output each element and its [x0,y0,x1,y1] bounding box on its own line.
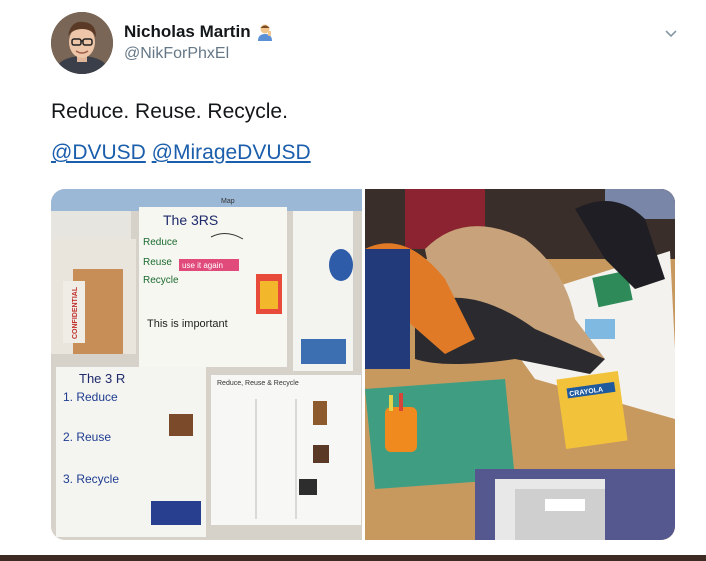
chevron-down-icon[interactable] [664,26,678,38]
media-grid: Map CONFIDENTIAL The 3RS Reduce Reuse Re… [51,189,675,540]
map-label: Map [221,198,235,205]
display-name[interactable]: Nicholas Martin [124,22,251,42]
bottom-bar [0,555,706,561]
avatar-image [51,12,113,74]
svg-text:Reduce: Reduce [143,237,178,248]
svg-text:This is important: This is important [147,318,228,330]
mentions-line: @DVUSD @MirageDVUSD [51,141,311,165]
svg-text:use it again: use it again [182,261,223,270]
avatar[interactable] [51,12,113,74]
svg-text:Reuse: Reuse [143,257,172,268]
tweet-card: Nicholas Martin @NikForPhxEl Reduce. Reu… [0,0,706,561]
tweet-text: Reduce. Reuse. Recycle. [51,100,288,123]
svg-text:2. Reuse: 2. Reuse [63,430,111,444]
svg-text:Recycle: Recycle [143,275,179,286]
svg-text:1. Reduce: 1. Reduce [63,390,118,404]
handle[interactable]: @NikForPhxEl [124,45,229,63]
poster-title: The 3RS [163,212,218,228]
photo-students-drawing[interactable]: CRAYOLA [365,189,675,540]
photo-classroom-posters[interactable]: Map CONFIDENTIAL The 3RS Reduce Reuse Re… [51,189,362,540]
author-name-row[interactable]: Nicholas Martin [124,22,273,42]
mention-link-miragedvusd[interactable]: @MirageDVUSD [152,141,311,164]
confidential-sign: CONFIDENTIAL [72,286,79,339]
svg-text:3. Recycle: 3. Recycle [63,472,119,486]
chart-title: The 3 R [79,371,125,386]
person-emoji-icon [257,23,273,41]
middle-chart-title: Reduce, Reuse & Recycle [217,380,299,387]
mention-link-dvusd[interactable]: @DVUSD [51,141,146,164]
